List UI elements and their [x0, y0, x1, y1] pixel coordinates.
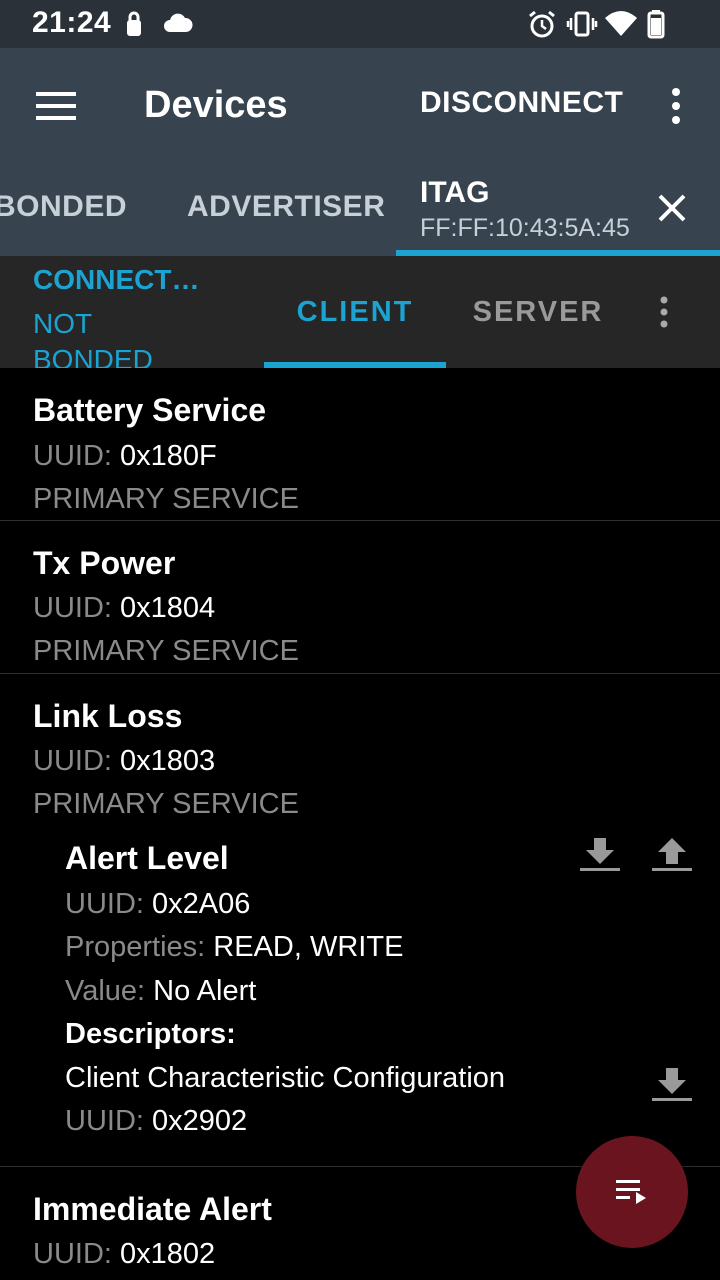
uuid-value: 0x1804: [120, 592, 216, 624]
uuid-label: UUID:: [33, 592, 112, 624]
descriptor-name: Client Characteristic Configuration: [65, 1062, 506, 1094]
more-vert-icon[interactable]: [660, 82, 692, 130]
service-type: PRIMARY SERVICE: [33, 635, 299, 667]
uuid-label: UUID:: [33, 1238, 112, 1270]
cloud-icon: [164, 13, 193, 32]
uuid-value: 0x2902: [152, 1105, 248, 1137]
service-uuid: UUID: 0x180F: [33, 440, 217, 473]
status-bar: 21:24: [0, 0, 720, 48]
disconnect-button[interactable]: DISCONNECT: [420, 86, 623, 120]
service-uuid: UUID: 0x1802: [33, 1238, 215, 1271]
tab-bonded[interactable]: BONDED: [0, 190, 127, 224]
tab-client-label: CLIENT: [296, 296, 414, 328]
hamburger-menu-icon[interactable]: [24, 82, 88, 130]
battery-icon: [647, 10, 665, 39]
service-item[interactable]: Link Loss UUID: 0x1803 PRIMARY SERVICE A…: [0, 674, 720, 1166]
log-fab-button[interactable]: [576, 1136, 688, 1248]
uuid-value: 0x1803: [120, 745, 216, 777]
characteristic-properties: Properties: READ, WRITE: [65, 931, 403, 964]
uuid-label: UUID:: [33, 440, 112, 472]
playlist-play-icon: [616, 1180, 646, 1204]
uuid-value: 0x180F: [120, 440, 217, 472]
service-name: Battery Service: [33, 392, 267, 428]
connection-state: CONNECT…: [33, 264, 200, 295]
wifi-icon: [605, 11, 637, 36]
tab-server-label: SERVER: [472, 296, 604, 328]
value-text: No Alert: [153, 975, 257, 1007]
uuid-label: UUID:: [33, 745, 112, 777]
tab-client[interactable]: CLIENT: [264, 256, 446, 368]
device-address: FF:FF:10:43:5A:45: [420, 214, 630, 242]
characteristic-name: Alert Level: [65, 840, 229, 876]
uuid-value: 0x2A06: [152, 888, 251, 920]
service-uuid: UUID: 0x1803: [33, 745, 215, 778]
upload-icon[interactable]: [650, 834, 694, 874]
tab-advertiser[interactable]: ADVERTISER: [187, 190, 385, 224]
status-time: 21:24: [32, 6, 112, 39]
device-name: ITAG: [420, 176, 490, 209]
tab-itag-device[interactable]: ITAG FF:FF:10:43:5A:45: [396, 166, 720, 256]
more-vert-icon[interactable]: [650, 292, 678, 332]
uuid-label: UUID:: [65, 1105, 144, 1137]
characteristic-value: Value: No Alert: [65, 975, 256, 1008]
service-name: Immediate Alert: [33, 1191, 272, 1227]
descriptor-uuid: UUID: 0x2902: [65, 1105, 247, 1138]
lock-icon: [127, 11, 141, 36]
service-type: PRIMARY SERVICE: [33, 483, 299, 515]
download-icon[interactable]: [578, 834, 622, 874]
descriptors-heading: Descriptors:: [65, 1018, 236, 1050]
close-icon[interactable]: [654, 190, 690, 226]
vibrate-icon: [566, 11, 598, 37]
uuid-value: 0x1802: [120, 1238, 216, 1270]
alarm-icon: [529, 10, 555, 38]
app-bar: Devices DISCONNECT BONDED ADVERTISER ITA…: [0, 48, 720, 256]
connection-bar: CONNECT… NOT BONDED CLIENT SERVER: [0, 256, 720, 368]
bond-state: NOT BONDED: [33, 308, 153, 368]
service-type: PRIMARY SERVICE: [33, 788, 299, 820]
service-name: Tx Power: [33, 545, 176, 581]
characteristic-uuid: UUID: 0x2A06: [65, 888, 250, 921]
properties-label: Properties:: [65, 931, 206, 963]
uuid-label: UUID:: [65, 888, 144, 920]
service-item[interactable]: Battery Service UUID: 0x180F PRIMARY SER…: [0, 368, 720, 520]
download-icon[interactable]: [650, 1064, 694, 1104]
properties-value: READ, WRITE: [213, 931, 404, 963]
service-item[interactable]: Tx Power UUID: 0x1804 PRIMARY SERVICE: [0, 521, 720, 673]
service-name: Link Loss: [33, 698, 183, 734]
page-title: Devices: [144, 84, 288, 126]
service-uuid: UUID: 0x1804: [33, 592, 215, 625]
value-label: Value:: [65, 975, 146, 1007]
tab-server[interactable]: SERVER: [446, 256, 630, 368]
